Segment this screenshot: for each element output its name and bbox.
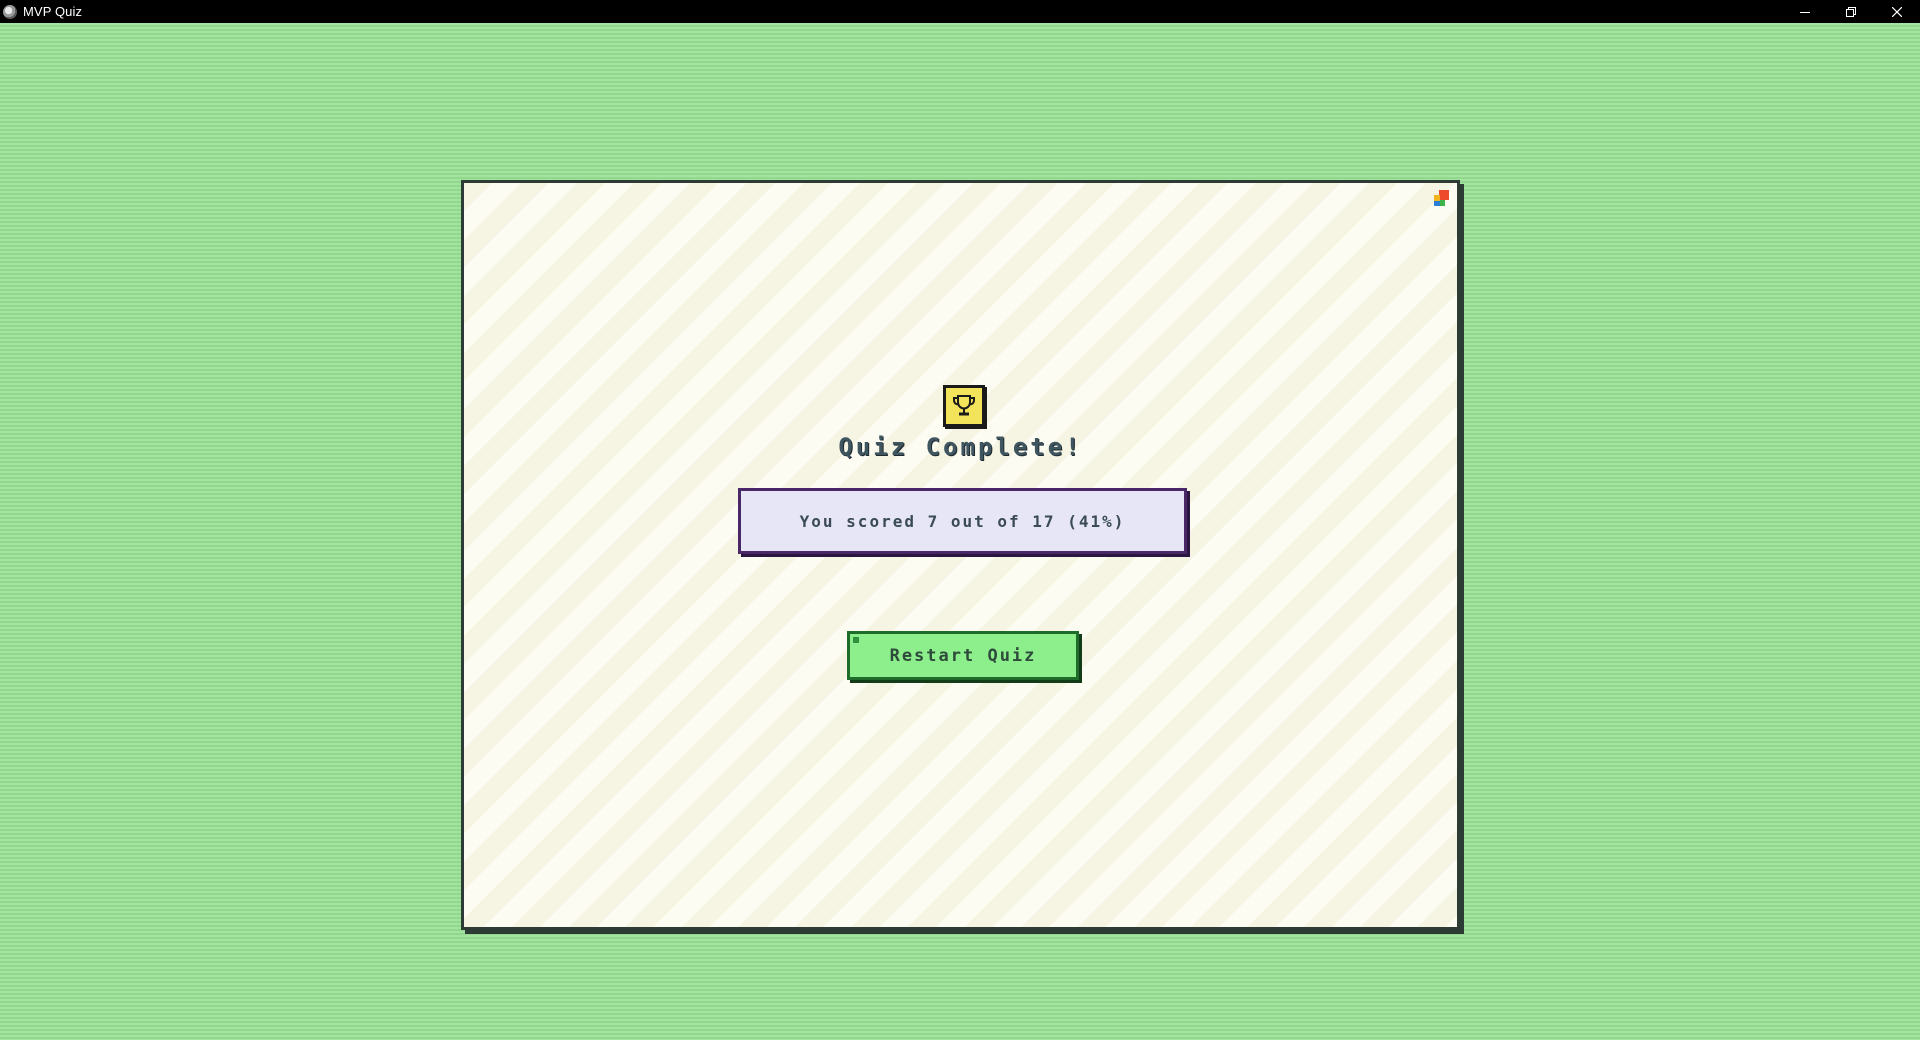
trophy-icon xyxy=(943,385,985,427)
score-text: You scored 7 out of 17 (41%) xyxy=(799,511,1126,531)
quiz-result-card: Quiz Complete! You scored 7 out of 17 (4… xyxy=(461,180,1460,930)
quiz-complete-heading: Quiz Complete! xyxy=(838,433,1083,461)
window-controls xyxy=(1782,0,1920,23)
button-corner-dot xyxy=(853,637,859,643)
score-summary: You scored 7 out of 17 (41%) xyxy=(738,488,1187,554)
minimize-icon xyxy=(1800,11,1810,13)
window-title: MVP Quiz xyxy=(23,4,83,19)
restore-button[interactable] xyxy=(1828,0,1874,23)
minimize-button[interactable] xyxy=(1782,0,1828,23)
restart-quiz-label: Restart Quiz xyxy=(889,645,1037,666)
app-gear-icon xyxy=(3,4,17,19)
trophy-glyph xyxy=(953,395,975,416)
window-titlebar[interactable]: MVP Quiz xyxy=(0,0,1920,23)
color-blocks-icon xyxy=(1434,190,1449,206)
restart-quiz-button[interactable]: Restart Quiz xyxy=(847,631,1079,680)
restore-icon xyxy=(1846,6,1856,17)
close-button[interactable] xyxy=(1874,0,1920,23)
close-icon xyxy=(1892,6,1902,17)
app-background: Quiz Complete! You scored 7 out of 17 (4… xyxy=(0,23,1920,1040)
